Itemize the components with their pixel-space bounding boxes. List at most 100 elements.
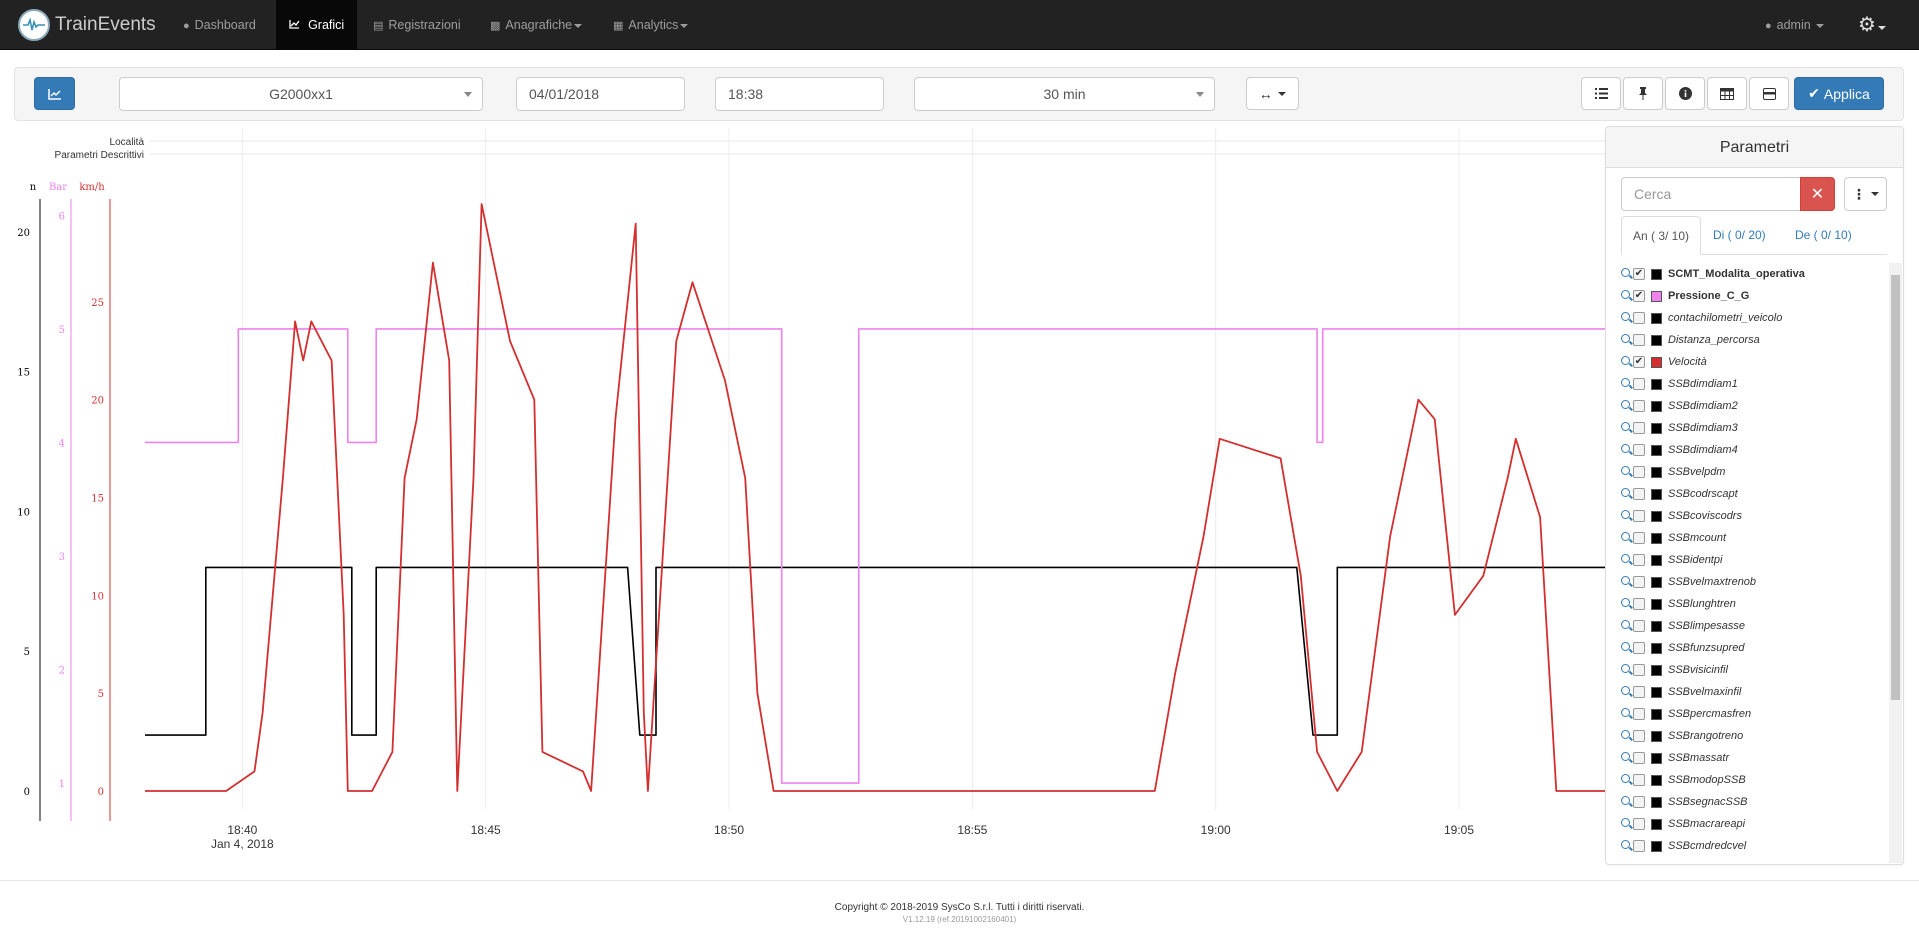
param-row[interactable]: SSBdimdiam1 (1621, 373, 1889, 395)
user-menu[interactable]: ● admin (1752, 0, 1837, 50)
param-row[interactable]: SSBdimdiam4 (1621, 439, 1889, 461)
param-row[interactable]: SSBsegnacSSB (1621, 791, 1889, 813)
clear-search-button[interactable]: ✕ (1800, 177, 1835, 211)
color-swatch[interactable] (1651, 400, 1662, 412)
param-checkbox[interactable] (1633, 730, 1645, 742)
param-checkbox[interactable] (1633, 598, 1645, 610)
color-swatch[interactable] (1651, 268, 1662, 280)
color-swatch[interactable] (1651, 444, 1662, 456)
color-swatch[interactable] (1651, 620, 1662, 632)
param-row[interactable]: contachilometri_veicolo (1621, 307, 1889, 329)
zoom-icon[interactable] (1621, 774, 1633, 786)
zoom-icon[interactable] (1621, 356, 1633, 368)
tab-analog[interactable]: An ( 3/ 10) (1621, 216, 1702, 255)
param-row[interactable]: SSBdimdiam2 (1621, 395, 1889, 417)
param-checkbox[interactable] (1633, 576, 1645, 588)
vehicle-select[interactable]: G2000xx1 (119, 77, 483, 111)
time-series-chart[interactable]: Località Parametri Descrittivi 18:40 18:45 1… (0, 128, 1605, 868)
table-view-button[interactable] (1707, 77, 1747, 110)
color-swatch[interactable] (1651, 752, 1662, 764)
param-checkbox[interactable] (1633, 796, 1645, 808)
param-list-scrollbar[interactable] (1889, 263, 1902, 863)
param-checkbox[interactable] (1633, 840, 1645, 852)
param-row[interactable]: SSBvelpdm (1621, 461, 1889, 483)
param-row[interactable]: Distanza_percorsa (1621, 329, 1889, 351)
zoom-icon[interactable] (1621, 554, 1633, 566)
param-checkbox[interactable] (1633, 510, 1645, 522)
color-swatch[interactable] (1651, 642, 1662, 654)
color-swatch[interactable] (1651, 796, 1662, 808)
param-row[interactable]: SSBvisicinfil (1621, 659, 1889, 681)
param-row[interactable]: ✔ Pressione_C_G (1621, 285, 1889, 307)
param-row[interactable]: SSBlimpesasse (1621, 615, 1889, 637)
duration-select[interactable]: 30 min (914, 77, 1215, 111)
param-checkbox[interactable] (1633, 708, 1645, 720)
param-checkbox[interactable] (1633, 532, 1645, 544)
param-checkbox[interactable] (1633, 554, 1645, 566)
zoom-icon[interactable] (1621, 268, 1633, 280)
param-checkbox[interactable] (1633, 686, 1645, 698)
zoom-direction-dropdown[interactable]: ↔ (1246, 77, 1299, 110)
zoom-icon[interactable] (1621, 708, 1633, 720)
color-swatch[interactable] (1651, 378, 1662, 390)
color-swatch[interactable] (1651, 510, 1662, 522)
zoom-icon[interactable] (1621, 818, 1633, 830)
zoom-icon[interactable] (1621, 422, 1633, 434)
color-swatch[interactable] (1651, 598, 1662, 610)
param-checkbox[interactable] (1633, 444, 1645, 456)
color-swatch[interactable] (1651, 664, 1662, 676)
param-row[interactable]: SSBmacrareapi (1621, 813, 1889, 835)
nav-analytics[interactable]: ▦ Analytics (600, 0, 701, 50)
color-swatch[interactable] (1651, 532, 1662, 544)
zoom-icon[interactable] (1621, 334, 1633, 346)
zoom-icon[interactable] (1621, 312, 1633, 324)
param-checkbox[interactable]: ✔ (1633, 290, 1645, 302)
param-search-input[interactable]: Cerca (1621, 177, 1800, 211)
zoom-icon[interactable] (1621, 840, 1633, 852)
list-view-button[interactable] (1581, 77, 1621, 110)
time-input[interactable]: 18:38 (715, 77, 884, 111)
zoom-icon[interactable] (1621, 488, 1633, 500)
param-row[interactable]: SSBcmdredcvel (1621, 835, 1889, 857)
zoom-icon[interactable] (1621, 532, 1633, 544)
param-checkbox[interactable] (1633, 818, 1645, 830)
date-input[interactable]: 04/01/2018 (516, 77, 685, 111)
zoom-icon[interactable] (1621, 620, 1633, 632)
zoom-icon[interactable] (1621, 686, 1633, 698)
param-row[interactable]: ✔ SCMT_Modalita_operativa (1621, 263, 1889, 285)
color-swatch[interactable] (1651, 312, 1662, 324)
zoom-icon[interactable] (1621, 752, 1633, 764)
param-row[interactable]: SSBvelmaxinfil (1621, 681, 1889, 703)
nav-dashboard[interactable]: ● Dashboard (170, 0, 269, 50)
param-checkbox[interactable] (1633, 752, 1645, 764)
zoom-icon[interactable] (1621, 598, 1633, 610)
color-swatch[interactable] (1651, 334, 1662, 346)
scrollbar-thumb[interactable] (1891, 275, 1900, 700)
color-swatch[interactable] (1651, 686, 1662, 698)
settings-menu[interactable]: ⚙ (1845, 0, 1899, 50)
param-checkbox[interactable] (1633, 620, 1645, 632)
param-row[interactable]: SSBvelmaxtrenob (1621, 571, 1889, 593)
param-checkbox[interactable]: ✔ (1633, 268, 1645, 280)
color-swatch[interactable] (1651, 774, 1662, 786)
panel-toggle-button[interactable] (1749, 77, 1789, 110)
param-checkbox[interactable] (1633, 642, 1645, 654)
param-row[interactable]: SSBfunzsupred (1621, 637, 1889, 659)
color-swatch[interactable] (1651, 488, 1662, 500)
color-swatch[interactable] (1651, 466, 1662, 478)
param-row[interactable]: ✔ Velocità (1621, 351, 1889, 373)
tab-descriptive[interactable]: De ( 0/ 10) (1784, 216, 1863, 255)
color-swatch[interactable] (1651, 422, 1662, 434)
param-row[interactable]: SSBrangotreno (1621, 725, 1889, 747)
param-checkbox[interactable] (1633, 774, 1645, 786)
chart-area[interactable]: Località Parametri Descrittivi 18:40 18:45 1… (0, 128, 1605, 868)
param-checkbox[interactable]: ✔ (1633, 356, 1645, 368)
info-button[interactable] (1665, 77, 1705, 110)
zoom-icon[interactable] (1621, 576, 1633, 588)
zoom-icon[interactable] (1621, 510, 1633, 522)
param-row[interactable]: SSBpercmasfren (1621, 703, 1889, 725)
chart-mode-button[interactable] (34, 77, 75, 110)
zoom-icon[interactable] (1621, 466, 1633, 478)
color-swatch[interactable] (1651, 356, 1662, 368)
zoom-icon[interactable] (1621, 378, 1633, 390)
